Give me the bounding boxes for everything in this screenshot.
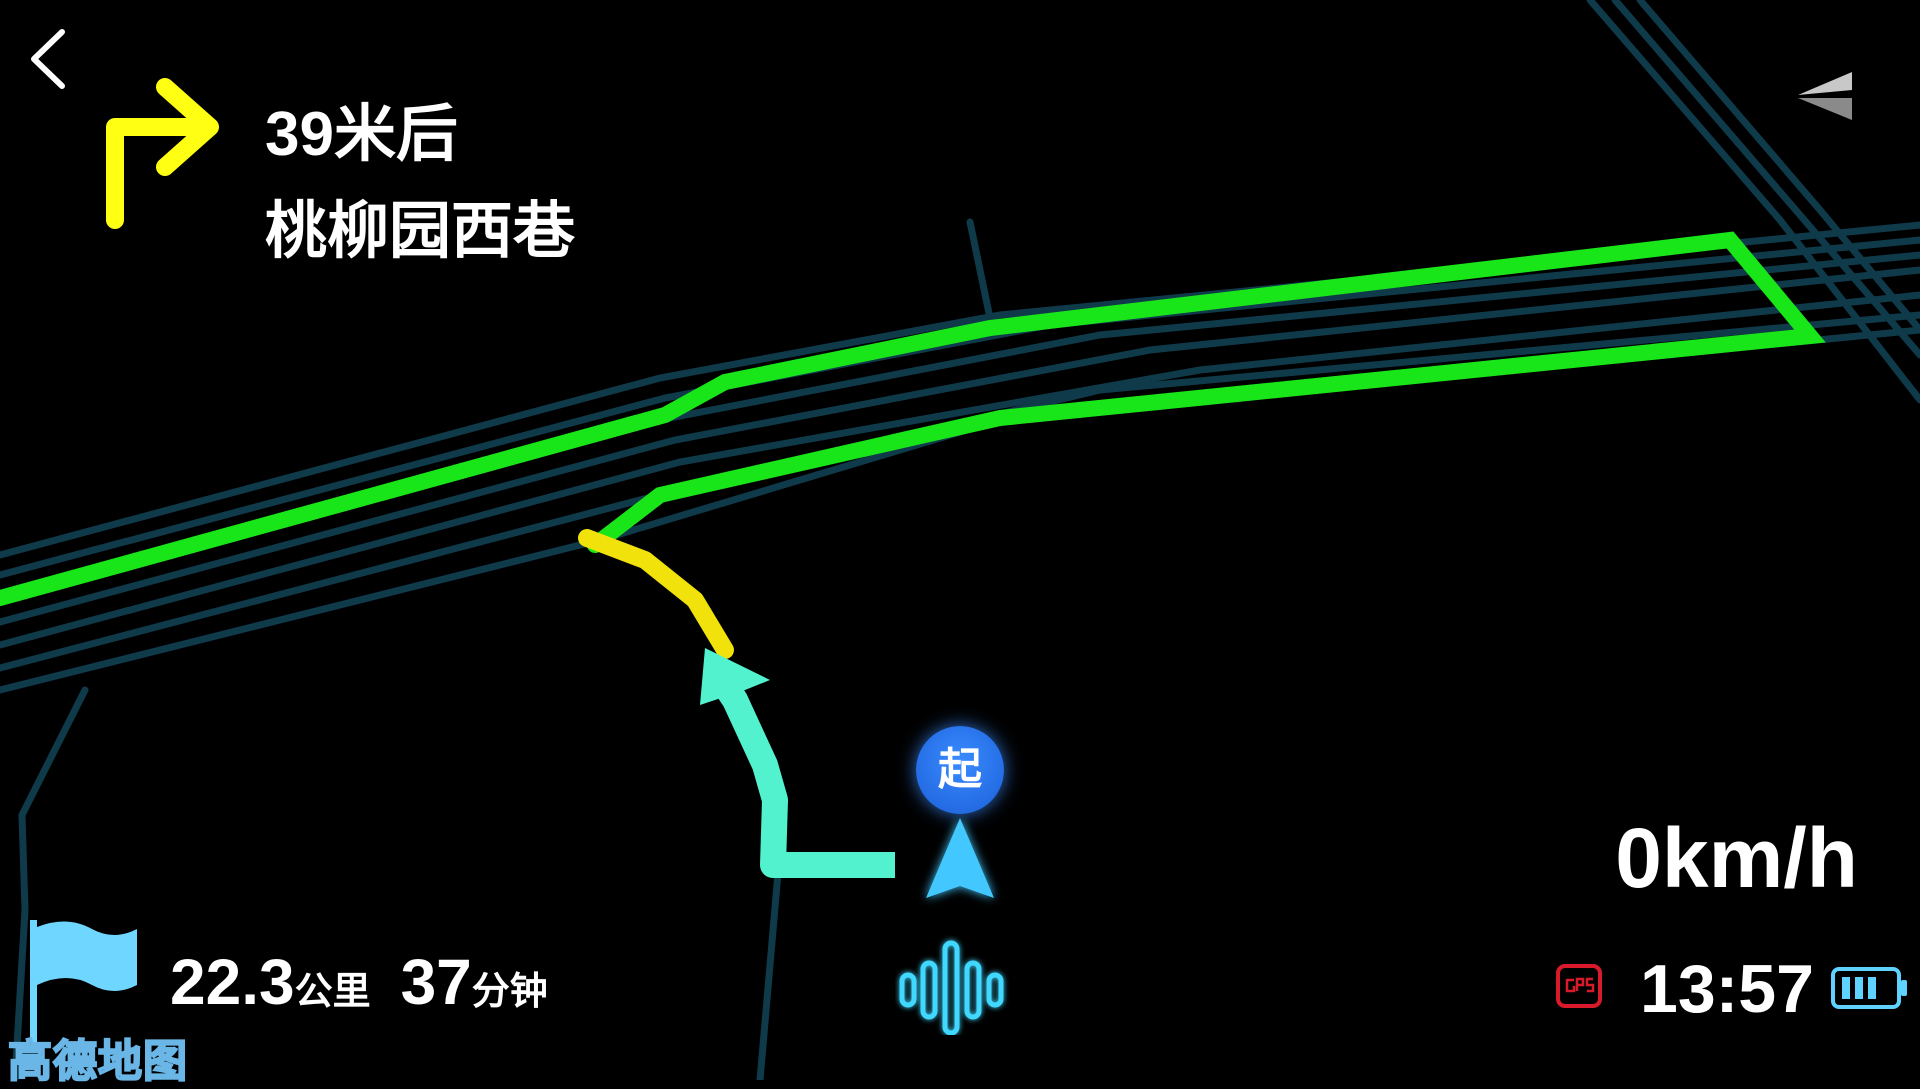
route-cyan bbox=[704, 662, 895, 878]
time-unit: 分钟 bbox=[471, 971, 548, 1013]
view-mode-icon bbox=[1798, 72, 1852, 120]
back-button[interactable] bbox=[22, 24, 82, 94]
clock: 13:57 bbox=[1640, 951, 1814, 1027]
view-mode-button[interactable] bbox=[1790, 60, 1860, 130]
battery-icon bbox=[1830, 965, 1910, 1011]
remaining-time: 37 bbox=[400, 946, 472, 1018]
trip-summary: 22.3公里 37分钟 bbox=[170, 945, 548, 1019]
distance-unit: 公里 bbox=[294, 971, 371, 1013]
start-marker: 起 bbox=[916, 726, 1004, 814]
current-speed: 0km/h bbox=[1615, 811, 1858, 905]
back-chevron-icon bbox=[31, 29, 65, 89]
remaining-distance: 22.3 bbox=[170, 946, 295, 1018]
voice-waveform-icon bbox=[899, 940, 1004, 1036]
route-yellow bbox=[578, 529, 734, 659]
gps-icon bbox=[1555, 963, 1603, 1009]
brand-watermark: 高德地图 bbox=[7, 1036, 188, 1087]
turn-distance: 39米后 bbox=[265, 100, 458, 169]
next-road-name: 桃柳园西巷 bbox=[265, 197, 576, 266]
turn-right-arrow-icon bbox=[95, 75, 235, 235]
voice-button[interactable] bbox=[895, 935, 1025, 1036]
car-position-icon bbox=[918, 810, 1002, 910]
